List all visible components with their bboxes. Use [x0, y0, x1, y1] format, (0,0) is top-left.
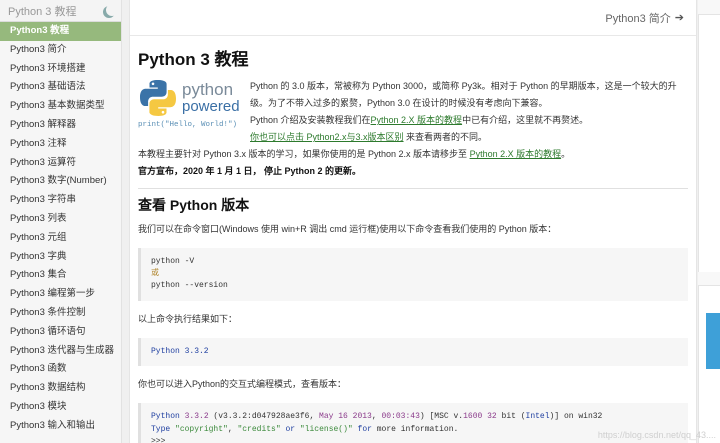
tok: more information.: [371, 424, 459, 434]
tok: ,: [227, 424, 238, 434]
sidebar-item-number[interactable]: Python3 数字(Number): [0, 172, 121, 191]
tok: May 16 2013: [319, 412, 372, 422]
moon-icon[interactable]: [106, 4, 118, 16]
article-content: Python 3 教程 python powered print("Hello,: [130, 36, 696, 443]
tok: or: [285, 424, 296, 434]
sidebar-item-comments[interactable]: Python3 注释: [0, 135, 121, 154]
logo-code-snippet: print("Hello, World!"): [138, 121, 238, 129]
intro-text: Python 的 3.0 版本，常被称为 Python 3000，或简称 Py3…: [250, 78, 688, 146]
sidebar-item-dict[interactable]: Python3 字典: [0, 248, 121, 267]
python2-tutorial-link[interactable]: Python 2.X 版本的教程: [371, 115, 463, 125]
sidebar: Python 3 教程 Python3 教程 Python3 简介 Python…: [0, 0, 122, 443]
sidebar-item-list[interactable]: Python3 列表: [0, 210, 121, 229]
right-panel-tab[interactable]: [706, 313, 720, 369]
sidebar-item-functions[interactable]: Python3 函数: [0, 360, 121, 379]
sidebar-list: Python3 教程 Python3 简介 Python3 环境搭建 Pytho…: [0, 22, 121, 436]
watermark: https://blog.csdn.net/qq_43....: [597, 430, 716, 440]
top-nav: Python3 简介 ➔: [130, 0, 696, 36]
sidebar-item-operators[interactable]: Python3 运算符: [0, 154, 121, 173]
sidebar-item-set[interactable]: Python3 集合: [0, 266, 121, 285]
code-line-or: 或: [151, 269, 159, 279]
logo-word-python: python: [182, 80, 234, 100]
tok: 3.3.2: [184, 412, 209, 422]
sidebar-item-conditionals[interactable]: Python3 条件控制: [0, 304, 121, 323]
sidebar-title: Python 3 教程: [8, 5, 77, 18]
code-line: Python 3.3.2 (v3.3.2:d047928ae3f6, May 1…: [151, 411, 678, 423]
tok: (v3.3.2:d047928ae3f6,: [208, 412, 320, 422]
intro-paragraph-2: Python 介绍及安装教程我们在Python 2.X 版本的教程中已有介绍，这…: [250, 112, 688, 129]
sidebar-item-loops[interactable]: Python3 循环语句: [0, 323, 121, 342]
paragraph-announcement: 官方宣布，2020 年 1 月 1 日， 停止 Python 2 的更新。: [138, 166, 362, 177]
sidebar-item-string[interactable]: Python3 字符串: [0, 191, 121, 210]
paragraph-scope: 本教程主要针对 Python 3.x 版本的学习，如果你使用的是 Python …: [138, 146, 688, 163]
tok: for: [357, 424, 372, 434]
right-panel: [698, 0, 720, 443]
arrow-right-icon: ➔: [674, 12, 684, 24]
intro2-post: 中已有介绍，这里就不再赘述。: [462, 115, 589, 126]
code-line: python -V: [151, 256, 195, 266]
tok: Intel: [525, 412, 550, 422]
para1-post: 。: [561, 149, 571, 160]
paragraph-check-version: 我们可以在命令窗口(Windows 使用 win+R 调出 cmd 运行框)使用…: [138, 223, 557, 234]
article-panel: Python3 简介 ➔ Python 3 教程 python powered: [129, 0, 697, 443]
sidebar-item-iterators[interactable]: Python3 迭代器与生成器: [0, 342, 121, 361]
tok: 32: [487, 412, 497, 422]
sidebar-item-modules[interactable]: Python3 模块: [0, 398, 121, 417]
tok: "credits": [237, 424, 281, 434]
tok: 00:03:43: [381, 412, 420, 422]
paragraph-interactive: 你也可以进入Python的交互式编程模式，查看版本：: [138, 379, 347, 390]
section-heading-version: 查看 Python 版本: [138, 196, 250, 213]
intro2-pre: Python 介绍及安装教程我们在: [250, 115, 371, 126]
sidebar-item-tutorial[interactable]: Python3 教程: [0, 22, 121, 41]
sidebar-item-tuple[interactable]: Python3 元组: [0, 229, 121, 248]
logo-word-powered: powered: [182, 98, 240, 116]
sidebar-item-env-setup[interactable]: Python3 环境搭建: [0, 60, 121, 79]
sidebar-item-intro[interactable]: Python3 简介: [0, 41, 121, 60]
next-page-link[interactable]: Python3 简介 ➔: [605, 10, 684, 26]
code-output: Python 3.3.2: [151, 346, 209, 356]
python2-tutorial-link-2[interactable]: Python 2.X 版本的教程: [470, 149, 562, 159]
divider: [138, 187, 688, 189]
intro-paragraph-1: Python 的 3.0 版本，常被称为 Python 3000，或简称 Py3…: [250, 81, 677, 109]
intro-section: python powered print("Hello, World!") Py…: [138, 78, 688, 146]
tok: "license()": [299, 424, 353, 434]
tok: bit (: [496, 412, 526, 422]
intro-paragraph-3: 你也可以点击 Python2.x与3.x版本区别 来查看两者的不同。: [250, 129, 688, 146]
sidebar-item-interpreter[interactable]: Python3 解释器: [0, 116, 121, 135]
intro3-post: 来查看两者的不同。: [403, 132, 488, 143]
python-logo-icon: [140, 80, 176, 116]
code-block-version-cmd: python -V 或 python --version: [138, 247, 688, 301]
sidebar-item-first-step[interactable]: Python3 编程第一步: [0, 285, 121, 304]
tok: ) [MSC v.: [419, 412, 464, 422]
para1-pre: 本教程主要针对 Python 3.x 版本的学习，如果你使用的是 Python …: [138, 149, 470, 160]
sidebar-item-io[interactable]: Python3 输入和输出: [0, 417, 121, 436]
tok: 1600: [463, 412, 483, 422]
next-page-label: Python3 简介: [605, 12, 671, 25]
right-panel-box: [698, 14, 720, 272]
sidebar-item-basic-syntax[interactable]: Python3 基础语法: [0, 78, 121, 97]
python-powered-logo: python powered print("Hello, World!"): [138, 78, 242, 146]
sidebar-item-data-structures[interactable]: Python3 数据结构: [0, 379, 121, 398]
code-block-result: Python 3.3.2: [138, 337, 688, 367]
tok: Type: [151, 424, 176, 434]
sidebar-item-data-types[interactable]: Python3 基本数据类型: [0, 97, 121, 116]
page-title: Python 3 教程: [138, 50, 249, 69]
tok: Python: [151, 412, 185, 422]
tok: "copyright": [175, 424, 228, 434]
sidebar-header: Python 3 教程: [0, 0, 121, 22]
tok: )] on win32: [549, 412, 603, 422]
code-line: python --version: [151, 281, 228, 291]
version-diff-link[interactable]: 你也可以点击 Python2.x与3.x版本区别: [250, 132, 404, 142]
paragraph-result: 以上命令执行结果如下：: [138, 313, 238, 324]
